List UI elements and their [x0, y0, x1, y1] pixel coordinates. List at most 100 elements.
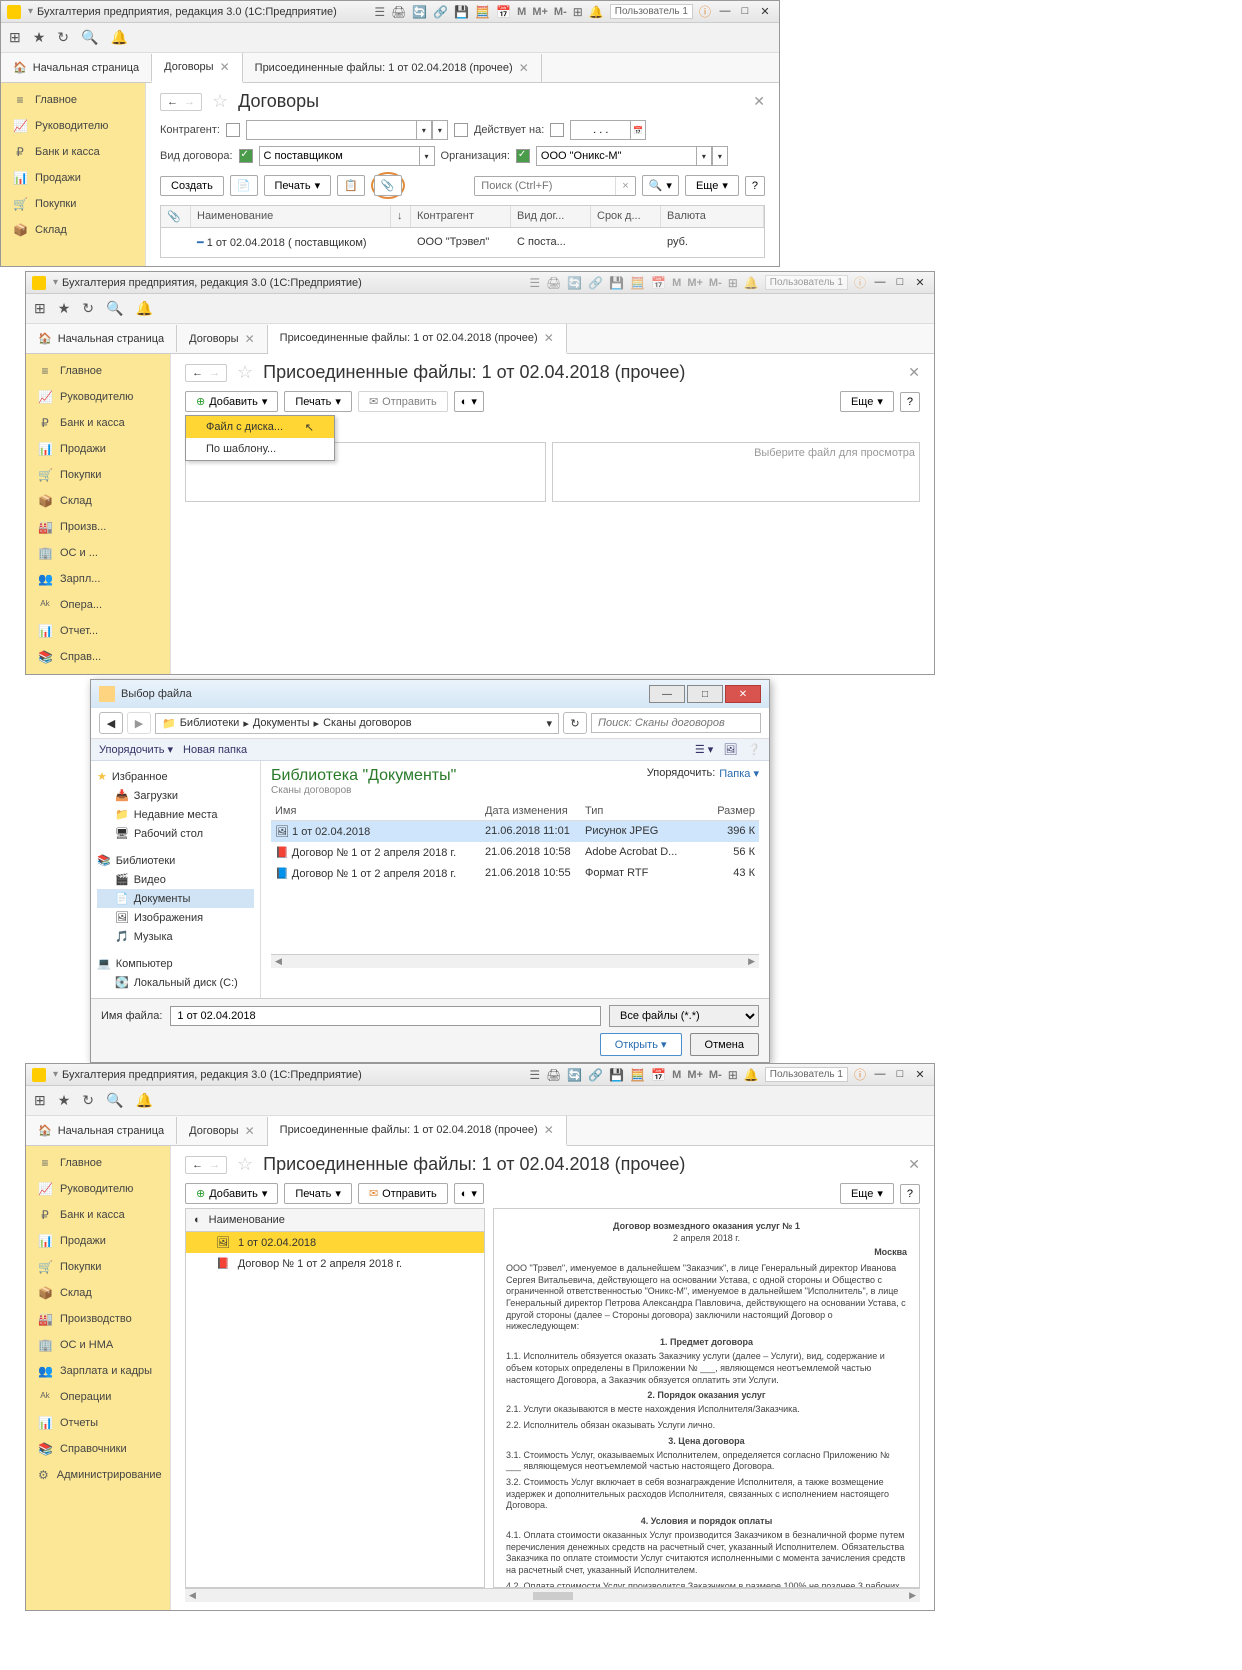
date-input[interactable] — [570, 120, 630, 140]
sidebar-item[interactable]: 📦Склад — [26, 1280, 170, 1306]
close-icon[interactable]: ✕ — [245, 1124, 255, 1138]
add-button[interactable]: ⊕Добавить▾ — [185, 391, 278, 412]
bell-icon[interactable]: 🔔 — [744, 1068, 759, 1082]
col-curr[interactable]: Валюта — [661, 206, 764, 227]
col-sort[interactable]: ↓ — [391, 206, 411, 227]
calendar-icon[interactable]: 📅 — [496, 5, 511, 19]
tree-video[interactable]: 🎬Видео — [97, 870, 254, 889]
view-icon[interactable]: ⊞ — [728, 1068, 738, 1082]
notify-icon[interactable]: 🔔 — [135, 300, 152, 317]
more-button[interactable]: Еще▾ — [685, 175, 739, 196]
calc-icon[interactable]: 🧮 — [630, 276, 645, 290]
more-button[interactable]: Еще▾ — [840, 1183, 894, 1204]
view-button[interactable]: ◐▾ — [454, 1183, 484, 1204]
org-checkbox[interactable] — [516, 149, 530, 163]
dropdown-icon[interactable]: ▾ — [546, 717, 552, 730]
path[interactable]: 📁 Библиотеки ▸ Документы ▸ Сканы договор… — [155, 713, 559, 734]
view-icon[interactable]: ⊞ — [573, 5, 583, 19]
scrollbar[interactable]: ◀▶ — [185, 1588, 920, 1602]
col-agent[interactable]: Контрагент — [411, 206, 511, 227]
send-button[interactable]: ✉Отправить — [358, 1183, 448, 1204]
info-icon[interactable]: ⓘ — [699, 3, 711, 20]
refresh-icon[interactable]: 🔄 — [567, 276, 582, 290]
sidebar-item-bank[interactable]: ₽Банк и касса — [1, 139, 145, 165]
print-icon[interactable]: 🖨 — [391, 5, 406, 19]
add-button[interactable]: ⊕Добавить▾ — [185, 1183, 278, 1204]
col-term[interactable]: Срок д... — [591, 206, 661, 227]
sidebar-item[interactable]: 📊Продажи — [26, 436, 170, 462]
sidebar-item[interactable]: ⚙Администрирование — [26, 1462, 170, 1488]
apps-icon[interactable]: ⊞ — [9, 29, 21, 46]
col-date[interactable]: Дата изменения — [481, 802, 581, 820]
close-icon[interactable]: ✕ — [245, 332, 255, 346]
close-button[interactable]: ✕ — [912, 1068, 928, 1081]
mplus-button[interactable]: M+ — [687, 277, 703, 289]
contragent-checkbox[interactable] — [226, 123, 240, 137]
close-button[interactable]: ✕ — [912, 276, 928, 289]
info-icon[interactable]: ⓘ — [854, 274, 866, 291]
save-icon[interactable]: 💾 — [609, 276, 624, 290]
sidebar-item-sales[interactable]: 📊Продажи — [1, 165, 145, 191]
col-name[interactable]: Имя — [271, 802, 481, 820]
home-tab[interactable]: 🏠Начальная страница — [26, 1117, 177, 1144]
user-label[interactable]: Пользователь 1 — [765, 1067, 848, 1082]
back-button[interactable]: ← — [192, 367, 203, 379]
minimize-button[interactable]: — — [872, 1068, 888, 1081]
history-icon[interactable]: ↻ — [82, 1092, 94, 1109]
help-button[interactable]: ? — [900, 392, 920, 412]
tab-contracts[interactable]: Договоры ✕ — [152, 53, 243, 83]
close-button[interactable]: ✕ — [725, 685, 761, 703]
back-button[interactable]: ◀ — [99, 712, 123, 734]
dropdown-icon[interactable]: ▾ — [416, 120, 432, 140]
close-icon[interactable]: ✕ — [519, 61, 529, 75]
file-row[interactable]: 📘 Договор № 1 от 2 апреля 2018 г. 21.06.… — [271, 863, 759, 884]
tree-downloads[interactable]: 📥Загрузки — [97, 786, 254, 805]
print-icon[interactable]: 🖨 — [546, 276, 561, 290]
sidebar-item[interactable]: 📈Руководителю — [26, 1176, 170, 1202]
type-input[interactable] — [259, 146, 419, 166]
select-icon[interactable]: ▾ — [432, 120, 448, 140]
link-icon[interactable]: 🔗 — [433, 5, 448, 19]
dropdown-icon[interactable]: ▾ — [696, 146, 712, 166]
tree-favorites[interactable]: ★Избранное — [97, 767, 254, 786]
minimize-button[interactable]: — — [717, 5, 733, 18]
menu-item-file[interactable]: Файл с диска... ↖ — [186, 416, 334, 438]
sidebar-item[interactable]: 🏭Производство — [26, 1306, 170, 1332]
tree-documents[interactable]: 📄Документы — [97, 889, 254, 908]
sidebar-item[interactable]: ᴬᵏОперации — [26, 1384, 170, 1410]
sidebar-item[interactable]: ≡Главное — [26, 1150, 170, 1176]
bell-icon[interactable]: 🔔 — [589, 5, 604, 19]
tree-recent[interactable]: 📁Недавние места — [97, 805, 254, 824]
star-icon[interactable]: ★ — [58, 1092, 71, 1109]
close-icon[interactable]: ✕ — [544, 1123, 554, 1137]
menu-item-template[interactable]: По шаблону... — [186, 438, 334, 460]
dropdown-icon[interactable]: ▾ — [53, 277, 58, 288]
sidebar-item[interactable]: 📊Продажи — [26, 1228, 170, 1254]
sidebar-item[interactable]: 🏭Произв... — [26, 514, 170, 540]
maximize-button[interactable]: □ — [892, 1068, 908, 1081]
crumb[interactable]: Библиотеки — [180, 717, 240, 729]
sidebar-item[interactable]: 📚Справ... — [26, 644, 170, 670]
link-icon[interactable]: 🔗 — [588, 276, 603, 290]
col-type[interactable]: Вид дог... — [511, 206, 591, 227]
apps-icon[interactable]: ⊞ — [34, 300, 46, 317]
forward-button[interactable]: ▶ — [127, 712, 151, 734]
tab-attached[interactable]: Присоединенные файлы: 1 от 02.04.2018 (п… — [268, 1116, 567, 1146]
view-button[interactable]: ☰ ▾ — [695, 743, 713, 756]
notify-icon[interactable]: 🔔 — [135, 1092, 152, 1109]
notify-icon[interactable]: 🔔 — [110, 29, 127, 46]
open-button[interactable]: Открыть ▾ — [600, 1033, 682, 1056]
favorite-icon[interactable]: ☆ — [237, 362, 253, 383]
active-checkbox[interactable] — [454, 123, 468, 137]
newfolder-button[interactable]: Новая папка — [183, 744, 247, 756]
tree-computer[interactable]: 💻Компьютер — [97, 954, 254, 973]
close-button[interactable]: ✕ — [757, 5, 773, 18]
info-icon[interactable]: ⓘ — [854, 1066, 866, 1083]
maximize-button[interactable]: □ — [892, 276, 908, 289]
grid-row[interactable]: ━ 1 от 02.04.2018 ( поставщиком) ООО "Тр… — [161, 228, 764, 257]
refresh-button[interactable]: ↻ — [563, 712, 587, 734]
close-icon[interactable]: ✕ — [220, 60, 230, 74]
save-icon[interactable]: 💾 — [609, 1068, 624, 1082]
sidebar-item[interactable]: 🏢ОС и НМА — [26, 1332, 170, 1358]
sidebar-item-purchases[interactable]: 🛒Покупки — [1, 191, 145, 217]
